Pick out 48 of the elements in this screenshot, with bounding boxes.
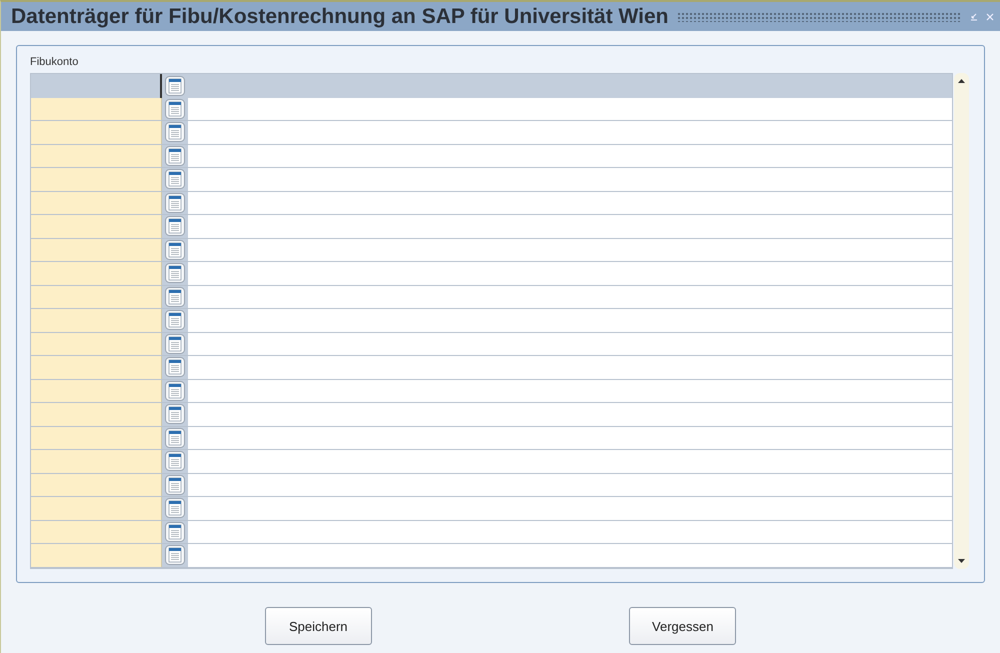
input-field[interactable] <box>31 356 162 378</box>
input-field[interactable] <box>31 168 162 190</box>
dialog-button[interactable]: Speichern <box>264 607 372 645</box>
list-icon[interactable] <box>165 404 185 424</box>
input-field[interactable] <box>31 474 162 496</box>
input-field[interactable] <box>31 215 162 238</box>
input-field[interactable] <box>31 262 162 284</box>
input-field[interactable] <box>31 332 162 355</box>
list-icon[interactable] <box>165 522 185 542</box>
input-field[interactable] <box>31 286 162 308</box>
input-field[interactable] <box>31 403 162 426</box>
window-title: Datenträger für Fibu/Kostenrechnung an SAP für Universität Wien <box>11 4 669 28</box>
list-icon[interactable] <box>165 380 185 401</box>
list-icon[interactable] <box>165 122 185 142</box>
list-icon[interactable] <box>165 216 185 236</box>
list-icon[interactable] <box>165 310 185 330</box>
list-icon[interactable] <box>165 451 185 472</box>
list-icon[interactable] <box>165 169 185 190</box>
list-icon[interactable] <box>165 263 185 284</box>
list-icon[interactable] <box>165 98 185 119</box>
scroll-up-icon[interactable] <box>957 77 966 86</box>
input-field[interactable] <box>31 98 162 120</box>
list-icon[interactable] <box>165 545 185 566</box>
input-field[interactable] <box>31 450 162 472</box>
input-field[interactable] <box>31 520 162 543</box>
input-field[interactable] <box>31 121 162 144</box>
list-icon[interactable] <box>165 428 185 448</box>
list-icon[interactable] <box>165 498 185 518</box>
dialog-button[interactable]: Vergessen <box>629 607 736 645</box>
input-field[interactable] <box>31 380 162 402</box>
list-icon[interactable] <box>165 286 185 307</box>
input-field[interactable] <box>31 144 162 167</box>
list-icon[interactable] <box>165 357 185 378</box>
list-icon[interactable] <box>165 76 185 96</box>
column-label: Fibukonto <box>30 56 80 68</box>
list-icon[interactable] <box>165 192 185 213</box>
list-icon[interactable] <box>165 146 185 166</box>
input-field[interactable] <box>31 238 162 261</box>
list-icon[interactable] <box>165 474 185 495</box>
input-field[interactable] <box>31 426 162 449</box>
input-field[interactable] <box>31 192 162 214</box>
input-field[interactable] <box>31 544 162 566</box>
scrollbar[interactable] <box>954 73 969 569</box>
scroll-down-icon[interactable] <box>957 556 966 565</box>
list-icon[interactable] <box>165 240 185 260</box>
list-icon[interactable] <box>165 334 185 354</box>
input-field[interactable] <box>31 309 162 332</box>
input-field[interactable] <box>31 497 162 520</box>
